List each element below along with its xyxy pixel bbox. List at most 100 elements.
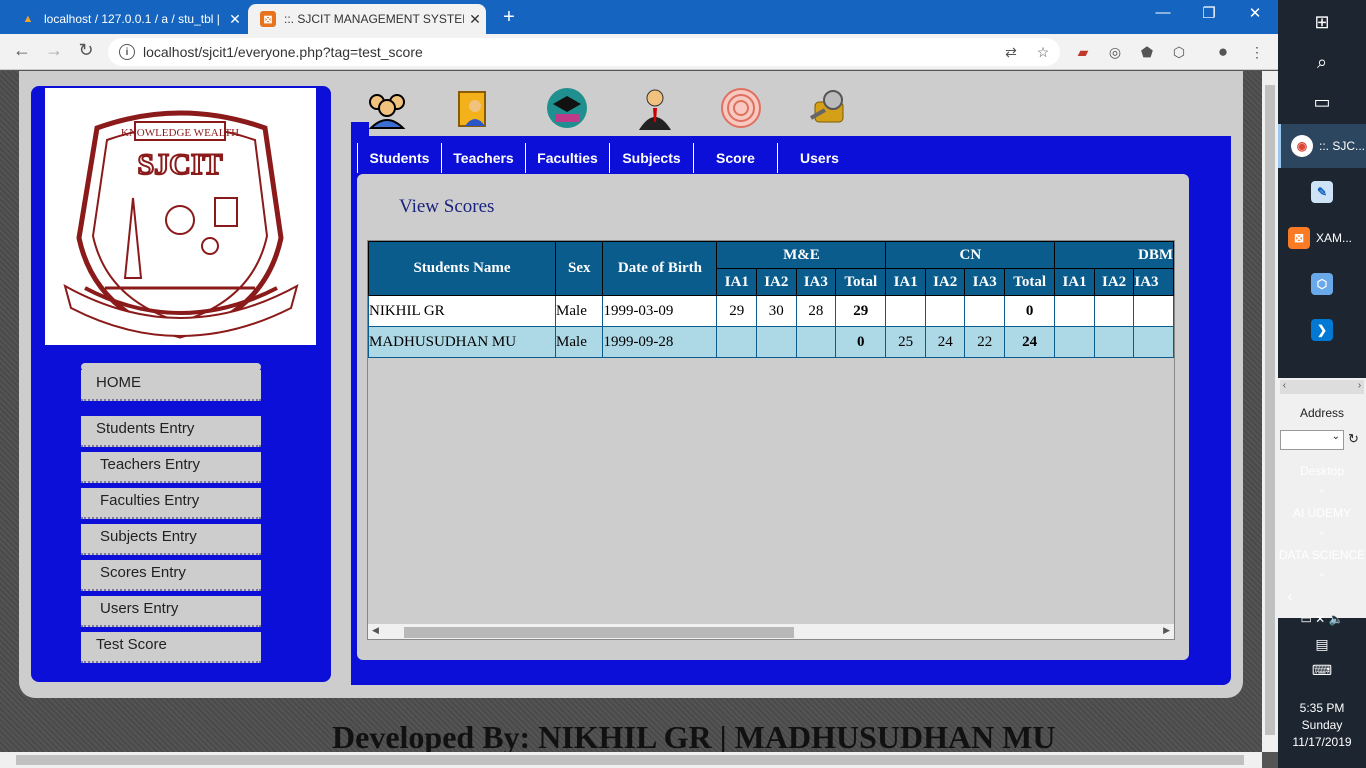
tab-phpmyadmin[interactable]: ▲ localhost / 127.0.0.1 / a / stu_tbl | …: [8, 4, 246, 34]
cell-dbm-ia3: [1133, 326, 1174, 358]
taskbar-app-chrome[interactable]: ◉ ::. SJC...: [1278, 124, 1366, 168]
forward-icon[interactable]: →: [42, 40, 66, 61]
sub-header-ia1: IA1: [716, 268, 758, 296]
sub-header-ia2: IA2: [756, 268, 797, 296]
faculties-icon[interactable]: [545, 86, 589, 130]
students-icon[interactable]: [365, 86, 409, 130]
menu-item-scores-entry[interactable]: Scores Entry: [81, 560, 261, 591]
cube-extension-icon[interactable]: ⬡: [1170, 43, 1188, 61]
table-row: MADHUSUDHAN MU Male 1999-09-28 0 25 24 2…: [368, 326, 1174, 358]
back-icon[interactable]: ←: [10, 40, 34, 61]
scores-table-scroll[interactable]: Students Name Sex Date of Birth M&E CN D…: [367, 240, 1175, 640]
bookmark-star-icon[interactable]: ☆: [1034, 43, 1052, 61]
subject-header-me: M&E: [716, 241, 887, 269]
scrollbar-thumb[interactable]: [16, 755, 1244, 765]
svg-text:SJCIT: SJCIT: [137, 148, 222, 181]
windows-start-icon[interactable]: ⊞: [1278, 0, 1366, 44]
toolbar-desktop[interactable]: Desktop: [1278, 464, 1366, 478]
menu-item-users-entry[interactable]: Users Entry: [81, 596, 261, 627]
subject-header-dbm: DBM: [1054, 241, 1174, 269]
search-icon[interactable]: ⌕: [1278, 40, 1366, 84]
address-bar[interactable]: i localhost/sjcit1/everyone.php?tag=test…: [108, 38, 1060, 66]
refresh-icon[interactable]: ↻: [1348, 431, 1359, 447]
profile-icon[interactable]: ●: [1214, 43, 1232, 61]
cell-dob: 1999-09-28: [602, 326, 718, 358]
menu-item-students-entry[interactable]: Students Entry: [81, 416, 261, 447]
keyboard-icon[interactable]: ⌨: [1278, 662, 1366, 679]
cell-cn-ia2: [924, 295, 966, 327]
chevron-left-icon[interactable]: ‹: [1246, 588, 1334, 604]
taskbar-app-vscode[interactable]: ❯: [1278, 308, 1366, 352]
close-icon[interactable]: ✕: [224, 11, 246, 28]
cell-me-ia3: 28: [795, 295, 837, 327]
notification-icon[interactable]: ▤: [1278, 636, 1366, 653]
toolbar-data-science[interactable]: DATA SCIENCE: [1278, 548, 1366, 562]
cell-sex: Male: [555, 295, 604, 327]
tab-faculties[interactable]: Faculties: [525, 143, 609, 173]
clock[interactable]: 5:35 PM Sunday 11/17/2019: [1278, 700, 1366, 751]
menu-item-faculties-entry[interactable]: Faculties Entry: [81, 488, 261, 519]
shield-extension-icon[interactable]: ⬟: [1138, 43, 1156, 61]
score-icon[interactable]: [719, 86, 763, 130]
tab-sjcit[interactable]: ⊠ ::. SJCIT MANAGEMENT SYSTEM ::. ✕: [248, 4, 486, 34]
users-icon[interactable]: [807, 86, 851, 130]
taskbar-app-paint[interactable]: ✎: [1278, 170, 1366, 214]
pdf-extension-icon[interactable]: ▰: [1074, 43, 1092, 61]
teacher-icon[interactable]: [451, 86, 495, 130]
page-viewport: KNOWLEDGE WEALTH SJCIT HOME Students Ent…: [0, 71, 1262, 752]
menu-item-subjects-entry[interactable]: Subjects Entry: [81, 524, 261, 555]
scroll-right-icon[interactable]: ▶: [1163, 625, 1170, 636]
scroll-left-icon[interactable]: ◀: [372, 625, 379, 636]
tab-teachers[interactable]: Teachers: [441, 143, 525, 173]
tab-users[interactable]: Users: [777, 143, 861, 173]
tab-title: localhost / 127.0.0.1 / a / stu_tbl | ..…: [44, 12, 224, 26]
taskbar-app-3d[interactable]: ⬡: [1278, 262, 1366, 306]
taskbar-app-xampp[interactable]: ⊠ XAM...: [1278, 216, 1366, 260]
page-vertical-scrollbar[interactable]: [1262, 71, 1278, 752]
menu-item-label: Subjects Entry: [100, 528, 197, 545]
content-panel: Students Teachers Faculties Subjects Sco…: [351, 122, 1231, 685]
menu-item-label: Students Entry: [96, 420, 195, 437]
menu-icon[interactable]: ⋮: [1248, 43, 1266, 61]
cell-cn-ia3: 22: [964, 326, 1005, 358]
toolbar-scroll[interactable]: ‹ ›: [1280, 380, 1364, 394]
menu-item-teachers-entry[interactable]: Teachers Entry: [81, 452, 261, 483]
translate-icon[interactable]: ⇄: [1002, 43, 1020, 61]
menu-item-home[interactable]: HOME: [81, 370, 261, 401]
menu-item-label: Teachers Entry: [100, 456, 201, 473]
browser-toolbar: ← → ↻ i localhost/sjcit1/everyone.php?ta…: [0, 34, 1278, 70]
cell-sex: Male: [555, 326, 604, 358]
scrollbar-thumb[interactable]: [1265, 85, 1275, 735]
page-horizontal-scrollbar[interactable]: [0, 752, 1262, 768]
clock-day: Sunday: [1301, 718, 1343, 732]
close-icon[interactable]: ✕: [464, 11, 486, 28]
task-view-icon[interactable]: ▭: [1278, 80, 1366, 124]
url-text: localhost/sjcit1/everyone.php?tag=test_s…: [143, 44, 423, 60]
info-icon[interactable]: i: [119, 44, 135, 60]
tray-icons[interactable]: ▭ ✕ 🔈: [1278, 612, 1366, 626]
chevron-down-icon[interactable]: ⌄: [1278, 484, 1366, 495]
tab-subjects[interactable]: Subjects: [609, 143, 693, 173]
menu-item-label: Scores Entry: [100, 564, 186, 581]
table-horizontal-scrollbar[interactable]: ◀ ▶: [368, 623, 1174, 639]
scrollbar-thumb[interactable]: [404, 627, 794, 638]
chevron-down-icon[interactable]: ⌄: [1278, 526, 1366, 537]
reload-icon[interactable]: ↻: [74, 40, 98, 61]
subjects-icon[interactable]: [633, 86, 677, 130]
tab-score[interactable]: Score: [693, 143, 777, 173]
toolbar-ai-udemy[interactable]: AI UDEMY: [1278, 506, 1366, 520]
cell-cn-total: 24: [1003, 326, 1056, 358]
cell-me-ia2: 30: [756, 295, 797, 327]
column-header-name: Students Name: [368, 241, 557, 296]
taskbar-app-label: XAM...: [1316, 231, 1353, 245]
new-tab-button[interactable]: +: [498, 6, 520, 29]
taskbar-app-label: ::. SJC...: [1319, 139, 1366, 153]
close-window-icon[interactable]: ✕: [1240, 4, 1270, 22]
tab-students[interactable]: Students: [357, 143, 441, 173]
minimize-icon[interactable]: —: [1148, 4, 1178, 21]
chevron-down-icon[interactable]: ⌄: [1278, 568, 1366, 579]
extension-icon[interactable]: ◎: [1106, 43, 1124, 61]
menu-item-test-score[interactable]: Test Score: [81, 632, 261, 663]
restore-icon[interactable]: ❐: [1194, 4, 1224, 22]
address-input[interactable]: ⌄: [1280, 430, 1344, 450]
